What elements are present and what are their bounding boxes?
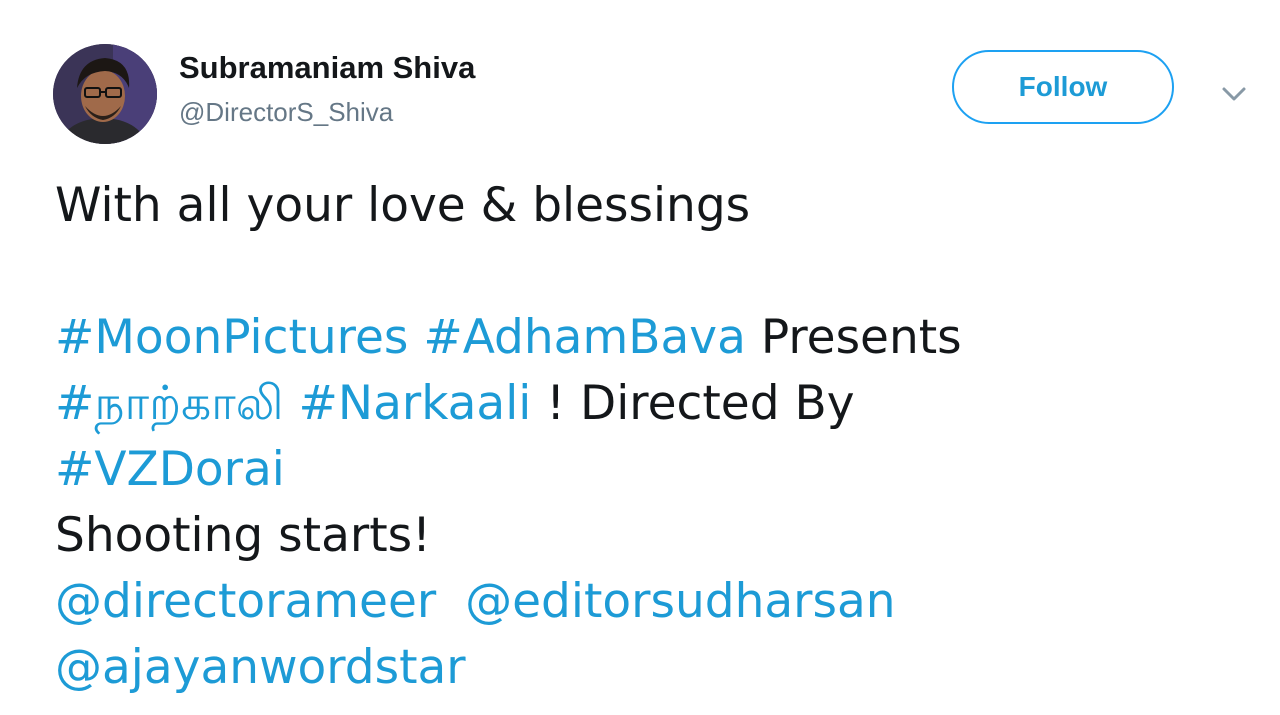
tweet-line-3: #நாற்காலி #Narkaali ! Directed By (55, 376, 855, 437)
author-name[interactable]: Subramaniam Shiva (179, 50, 475, 86)
follow-button[interactable]: Follow (952, 50, 1174, 124)
tweet-line-4: #VZDorai (55, 442, 285, 497)
hashtag-narkaali[interactable]: #Narkaali (299, 376, 532, 431)
avatar-image (53, 44, 157, 144)
avatar[interactable] (53, 44, 157, 144)
tweet-line-6: @directorameer @editorsudharsan (55, 574, 896, 629)
tweet-line-5: Shooting starts! (55, 508, 431, 563)
tweet-line-2: #MoonPictures #AdhamBava Presents (55, 310, 962, 365)
mention-editorsudharsan[interactable]: @editorsudharsan (465, 574, 895, 629)
tweet-text-intro: With all your love & blessings (55, 178, 751, 233)
chevron-down-icon[interactable] (1216, 80, 1252, 108)
mention-ajayanwordstar[interactable]: @ajayanwordstar (55, 640, 466, 695)
hashtag-tamil[interactable]: #நாற்காலி (55, 376, 284, 431)
hashtag-moonpictures[interactable]: #MoonPictures (55, 310, 408, 365)
tweet-line-7: @ajayanwordstar (55, 640, 466, 695)
hashtag-vzdorai[interactable]: #VZDorai (55, 442, 285, 497)
mention-directorameer[interactable]: @directorameer (55, 574, 436, 629)
tweet-line-1: With all your love & blessings (55, 178, 750, 233)
text-presents: Presents (760, 310, 962, 365)
text-directed-by: ! Directed By (546, 376, 855, 431)
author-handle[interactable]: @DirectorS_Shiva (179, 97, 393, 128)
hashtag-adhambava[interactable]: #AdhamBava (423, 310, 746, 365)
text-shooting-starts: Shooting starts! (55, 508, 431, 563)
